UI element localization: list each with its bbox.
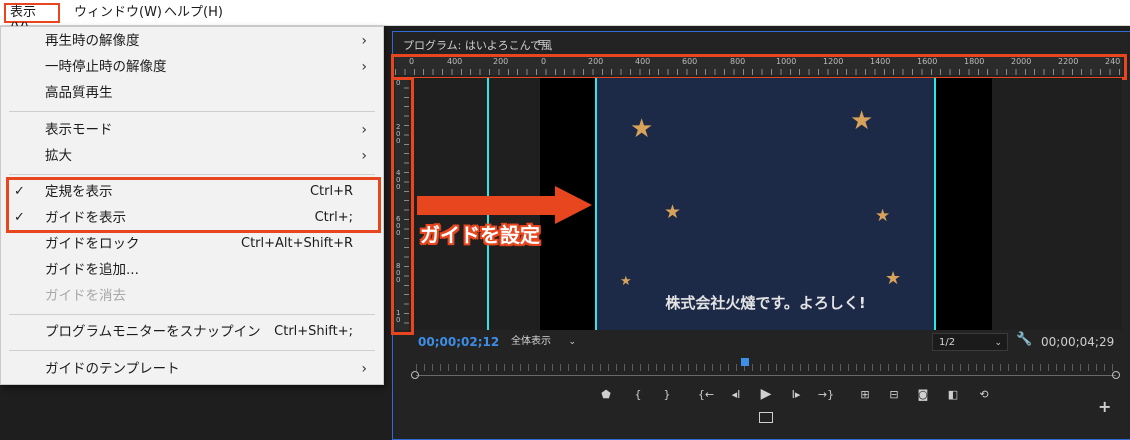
chevron-right-icon: › xyxy=(361,122,367,138)
button-editor-plus-icon[interactable]: + xyxy=(1098,397,1111,416)
scrub-end-handle[interactable] xyxy=(1112,371,1120,379)
safe-margins-icon[interactable] xyxy=(759,412,773,423)
add-marker-icon[interactable]: ⬟ xyxy=(596,388,616,401)
settings-wrench-icon[interactable]: 🔧 xyxy=(1016,332,1032,347)
annotation-label: ガイドを設定 xyxy=(420,223,540,247)
chevron-right-icon: › xyxy=(361,33,367,49)
star-icon: ★ xyxy=(620,274,632,289)
menu-view[interactable]: 表示(V) xyxy=(4,3,60,36)
scrub-bar[interactable] xyxy=(416,375,1116,376)
loop-icon[interactable]: ⟲ xyxy=(974,388,994,401)
chevron-right-icon: › xyxy=(361,148,367,164)
guide-line[interactable] xyxy=(595,78,597,330)
menu-item-shortcut: Ctrl+Alt+Shift+R xyxy=(241,236,353,251)
go-to-out-icon[interactable]: →} xyxy=(816,388,836,401)
mark-out-icon[interactable]: } xyxy=(657,388,677,401)
panel-title: プログラム: はいよろこんで風 xyxy=(403,39,553,52)
scrub-start-handle[interactable] xyxy=(411,371,419,379)
video-frame[interactable]: ★ ★ ★ ★ ★ ★ 株式会社火燵です。よろしく! xyxy=(595,78,936,330)
ruler-highlight-box xyxy=(391,54,1127,80)
playhead[interactable] xyxy=(741,358,749,366)
current-timecode[interactable]: 00;00;02;12 xyxy=(418,335,499,349)
menu-item-paused-resolution[interactable]: 一時停止時の解像度 › xyxy=(1,55,383,79)
menu-item-shortcut: Ctrl+Shift+; xyxy=(274,324,353,339)
menu-window[interactable]: ウィンドウ(W) xyxy=(70,3,166,23)
chevron-right-icon: › xyxy=(361,361,367,377)
menu-item-label: ガイドのテンプレート xyxy=(45,361,180,377)
lift-icon[interactable]: ⊞ xyxy=(855,388,875,401)
extract-icon[interactable]: ⊟ xyxy=(884,388,904,401)
menu-item-label: ガイドを追加... xyxy=(45,262,139,278)
vruler-highlight-box xyxy=(391,77,414,335)
menu-highlight-box xyxy=(6,177,381,233)
menu-item-playback-resolution[interactable]: 再生時の解像度 › xyxy=(1,29,383,53)
menu-separator xyxy=(9,174,375,175)
menu-item-snap-in-program-monitor[interactable]: プログラムモニターをスナップイン Ctrl+Shift+; xyxy=(1,320,383,344)
resolution-select-value: 1/2 xyxy=(939,337,956,348)
menu-help[interactable]: ヘルプ(H) xyxy=(160,3,227,23)
menu-separator xyxy=(9,350,375,351)
resolution-select[interactable]: 1/2 ⌄ xyxy=(932,333,1008,351)
guide-line[interactable] xyxy=(934,78,936,330)
play-icon[interactable]: ▶ xyxy=(756,386,776,402)
menu-item-label: 再生時の解像度 xyxy=(45,33,140,49)
menu-item-add-guide[interactable]: ガイドを追加... xyxy=(1,258,383,282)
star-icon: ★ xyxy=(875,206,891,226)
menu-item-label: ガイドをロック xyxy=(45,236,140,252)
star-icon: ★ xyxy=(630,114,654,144)
mark-in-icon[interactable]: { xyxy=(628,388,648,401)
menu-item-guide-templates[interactable]: ガイドのテンプレート › xyxy=(1,357,383,381)
chevron-down-icon: ⌄ xyxy=(994,338,1002,348)
panel-menu-icon[interactable]: ≡ xyxy=(537,36,546,49)
menu-item-clear-guides: ガイドを消去 xyxy=(1,284,383,308)
menu-item-label: ガイドを消去 xyxy=(45,288,126,304)
menu-item-label: プログラムモニターをスナップイン xyxy=(45,324,261,340)
menu-item-label: 一時停止時の解像度 xyxy=(45,59,167,75)
menu-item-label: 高品質再生 xyxy=(45,85,113,101)
annotation-arrow-head xyxy=(555,186,592,224)
step-forward-icon[interactable]: I▸ xyxy=(786,388,806,401)
time-ruler[interactable] xyxy=(416,364,1116,371)
chevron-down-icon: ⌄ xyxy=(568,337,576,347)
step-back-icon[interactable]: ◂I xyxy=(726,388,746,401)
star-icon: ★ xyxy=(885,268,902,289)
premiere-window: 表示(V) ウィンドウ(W) ヘルプ(H) プログラム: はいよろこんで風 ≡ … xyxy=(0,0,1130,440)
zoom-select[interactable]: 全体表示 ⌄ xyxy=(505,333,581,351)
star-icon: ★ xyxy=(664,201,682,223)
camera-icon[interactable]: ◙ xyxy=(913,388,933,401)
menu-item-high-quality-playback[interactable]: 高品質再生 xyxy=(1,81,383,105)
menu-separator xyxy=(9,314,375,315)
go-to-in-icon[interactable]: {← xyxy=(696,388,716,401)
menu-item-display-mode[interactable]: 表示モード › xyxy=(1,118,383,142)
menu-item-label: 表示モード xyxy=(45,122,113,138)
annotation-arrow xyxy=(417,196,557,215)
menu-item-label: 拡大 xyxy=(45,148,72,164)
menu-separator xyxy=(9,111,375,112)
menu-item-zoom[interactable]: 拡大 › xyxy=(1,144,383,168)
duration-timecode: 00;00;04;29 xyxy=(1041,335,1115,349)
menu-bar: 表示(V) ウィンドウ(W) ヘルプ(H) xyxy=(0,0,1130,36)
compare-icon[interactable]: ◧ xyxy=(943,388,963,401)
chevron-right-icon: › xyxy=(361,59,367,75)
star-icon: ★ xyxy=(850,106,874,136)
menu-item-lock-guides[interactable]: ガイドをロック Ctrl+Alt+Shift+R xyxy=(1,232,383,256)
zoom-select-value: 全体表示 xyxy=(511,336,551,347)
video-caption: 株式会社火燵です。よろしく! xyxy=(665,294,866,312)
